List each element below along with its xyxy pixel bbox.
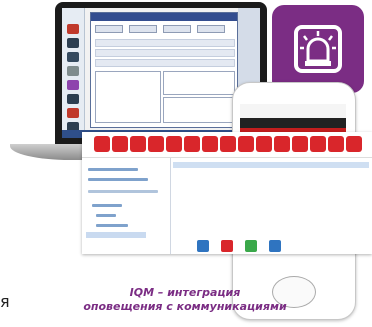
web-toolbar (82, 132, 372, 158)
window-pane (163, 71, 235, 95)
sidebar-app-icon (67, 52, 79, 62)
red-toolbar-button-icon[interactable] (184, 136, 200, 152)
desktop-app-window (90, 12, 238, 128)
sidebar-app-icon (67, 80, 79, 90)
action-square-button[interactable] (245, 240, 257, 252)
red-toolbar-button-icon[interactable] (202, 136, 218, 152)
red-toolbar-button-icon[interactable] (346, 136, 362, 152)
red-toolbar-button-icon[interactable] (220, 136, 236, 152)
red-toolbar-button-icon[interactable] (166, 136, 182, 152)
window-pane (95, 71, 161, 123)
sidebar-app-icon (67, 94, 79, 104)
red-toolbar-button-icon[interactable] (238, 136, 254, 152)
window-button (95, 25, 123, 33)
tree-item[interactable] (88, 168, 138, 171)
tree-item-selected[interactable] (86, 232, 146, 238)
alarm-siren-icon (294, 25, 342, 73)
window-row (95, 49, 235, 57)
window-button (163, 25, 191, 33)
red-toolbar-button-icon[interactable] (148, 136, 164, 152)
window-pane (163, 97, 235, 123)
red-toolbar-button-icon[interactable] (310, 136, 326, 152)
window-row (95, 59, 235, 67)
action-square-button[interactable] (197, 240, 209, 252)
red-toolbar-button-icon[interactable] (256, 136, 272, 152)
sidebar-app-icon (67, 108, 79, 118)
web-tree-panel (82, 158, 171, 254)
window-title-bar (91, 13, 237, 21)
laptop-display (62, 8, 260, 138)
phone-status-bar (240, 118, 346, 128)
tree-item[interactable] (96, 224, 128, 227)
window-button (129, 25, 157, 33)
red-toolbar-button-icon[interactable] (94, 136, 110, 152)
caption-line-1: IQM – интеграция (129, 286, 241, 299)
action-square-button[interactable] (221, 240, 233, 252)
red-toolbar-button-icon[interactable] (292, 136, 308, 152)
tree-search[interactable] (88, 190, 158, 193)
window-row (95, 39, 235, 47)
desktop-app-sidebar (62, 8, 85, 138)
main-header-bar (173, 162, 369, 168)
sidebar-app-icon (67, 66, 79, 76)
alarm-app-tile (272, 5, 364, 93)
red-toolbar-button-icon[interactable] (274, 136, 290, 152)
tree-item[interactable] (88, 178, 148, 181)
tree-item[interactable] (92, 204, 122, 207)
action-square-button[interactable] (269, 240, 281, 252)
caption: IQM – интеграция оповещения с коммуникац… (14, 286, 356, 314)
window-button (197, 25, 225, 33)
red-toolbar-button-icon[interactable] (130, 136, 146, 152)
sidebar-app-icon (67, 24, 79, 34)
red-toolbar-button-icon[interactable] (328, 136, 344, 152)
web-main-area (171, 158, 371, 254)
sidebar-app-icon (67, 38, 79, 48)
tree-item[interactable] (96, 214, 116, 217)
red-toolbar-button-icon[interactable] (112, 136, 128, 152)
caption-line-2: оповещения с коммуникациями (83, 300, 287, 313)
